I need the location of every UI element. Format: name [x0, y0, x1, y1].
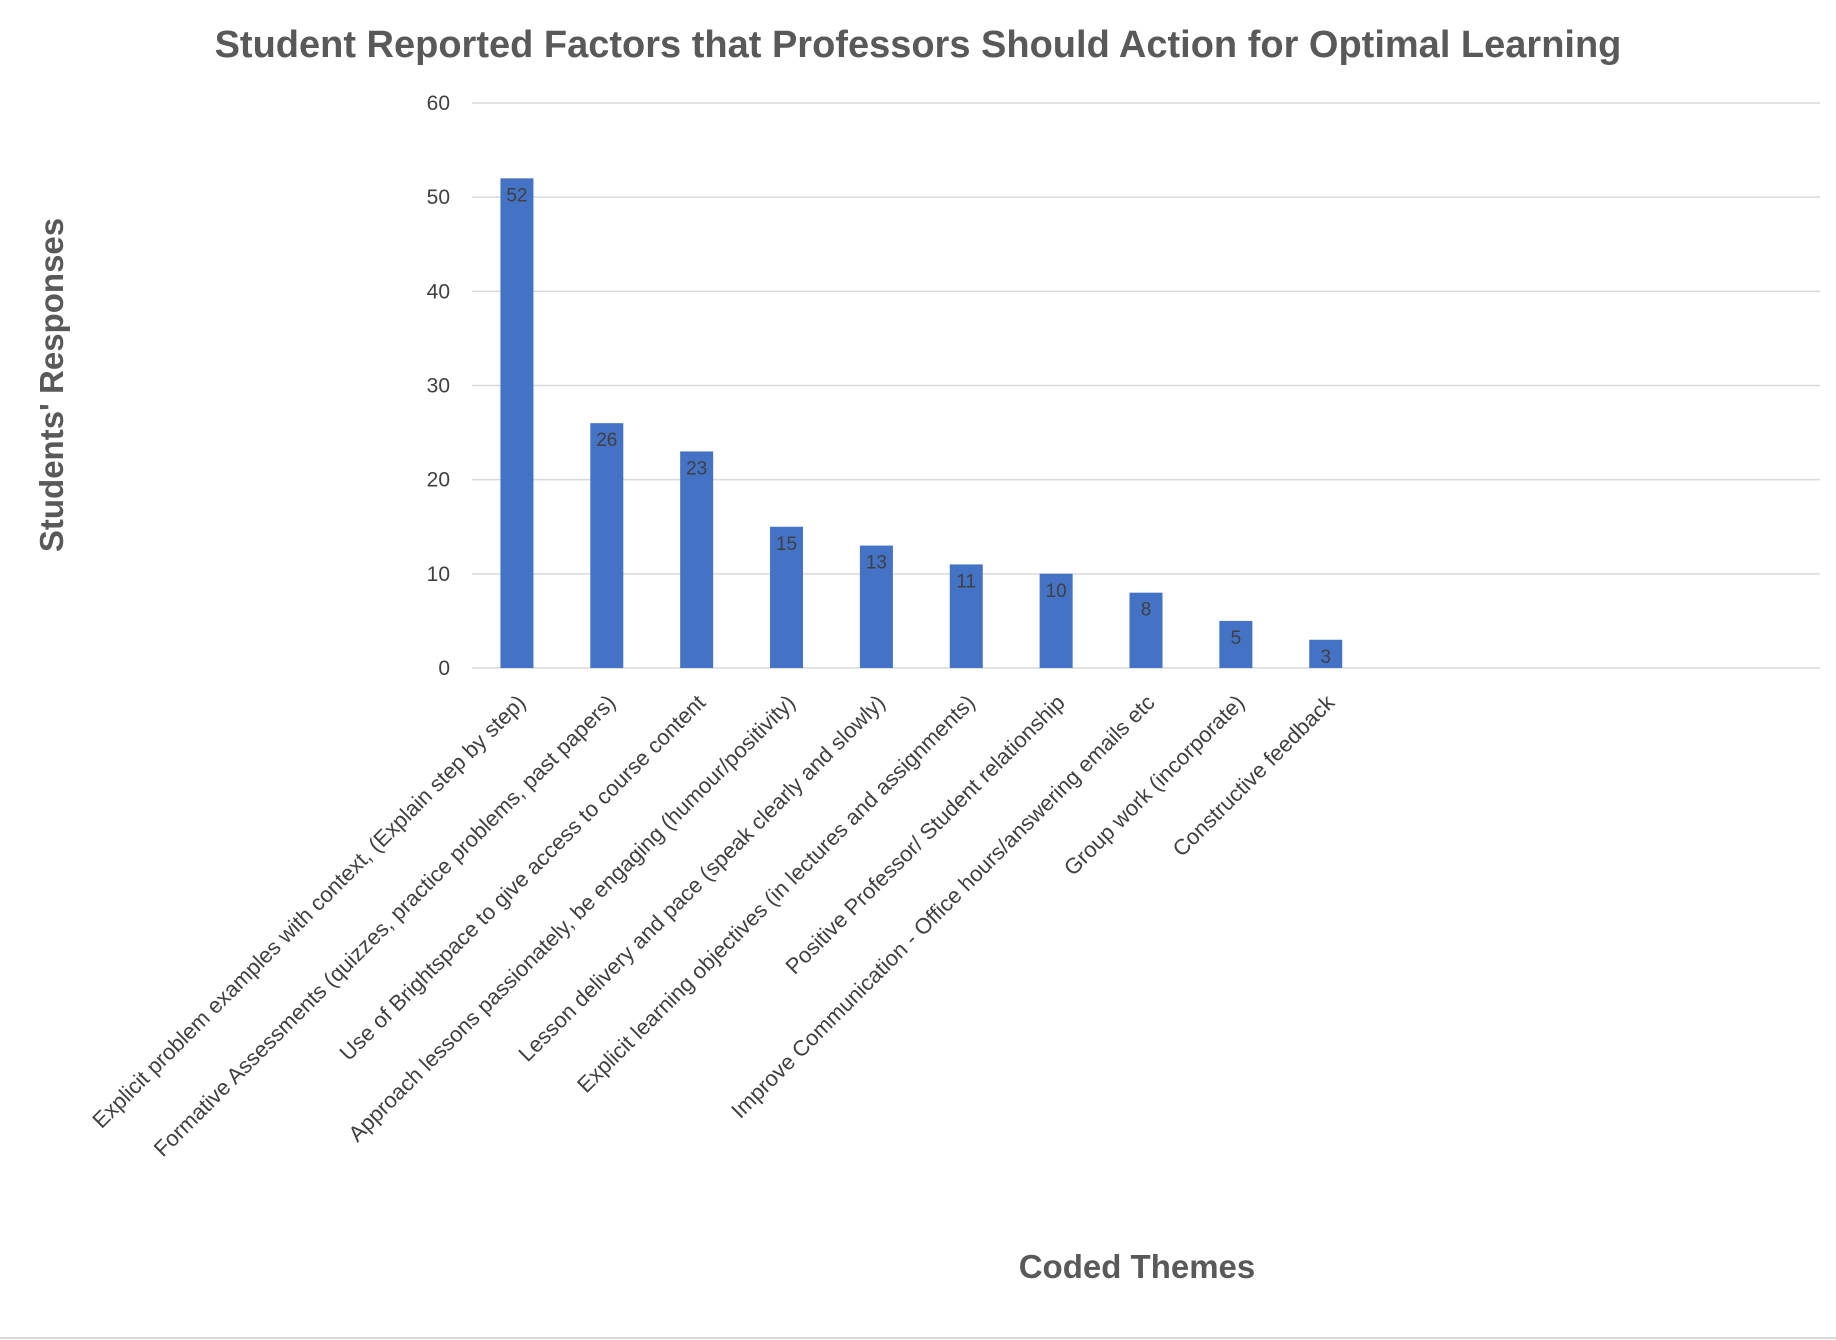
- category-label: Constructive feedback: [1168, 689, 1340, 861]
- y-tick-label: 20: [427, 469, 450, 492]
- data-label: 13: [866, 553, 887, 574]
- y-axis-title: Students' Responses: [33, 218, 70, 552]
- bar: [500, 178, 534, 669]
- data-label: 10: [1046, 581, 1067, 602]
- data-label: 8: [1141, 600, 1152, 621]
- y-tick-label: 60: [427, 92, 450, 115]
- category-label: Group work (incorporate): [1059, 690, 1250, 881]
- gridlines: [472, 102, 1820, 669]
- bar-chart: Student Reported Factors that Professors…: [0, 24, 1836, 1339]
- data-label: 5: [1231, 628, 1242, 649]
- bars: [500, 178, 1343, 669]
- chart-title: Student Reported Factors that Professors…: [215, 24, 1622, 66]
- category-label: Approach lessons passionately, be engagi…: [343, 690, 800, 1147]
- bar: [590, 423, 624, 668]
- y-tick-label: 0: [438, 657, 450, 680]
- y-tick-label: 50: [427, 186, 450, 209]
- category-labels: Explicit problem examples with context, …: [87, 689, 1340, 1161]
- data-labels: 52 26 23 15 13 11 10 8 5 3: [506, 185, 1331, 667]
- y-tick-label: 10: [427, 563, 450, 586]
- category-label: Explicit problem examples with context, …: [87, 690, 530, 1133]
- category-label: Improve Communication - Office hours/ans…: [726, 690, 1159, 1123]
- data-label: 15: [776, 534, 797, 555]
- data-label: 52: [506, 185, 527, 206]
- data-label: 26: [596, 430, 617, 451]
- data-label: 3: [1320, 647, 1331, 668]
- x-axis-title: Coded Themes: [1019, 1248, 1256, 1285]
- chart-container: Student Reported Factors that Professors…: [0, 0, 1836, 1340]
- y-tick-label: 30: [427, 375, 450, 398]
- data-label: 11: [956, 571, 976, 592]
- y-tick-label: 40: [427, 280, 450, 303]
- y-axis-tick-labels: 0 10 20 30 40 50 60: [427, 92, 450, 680]
- data-label: 23: [686, 458, 707, 479]
- bar: [680, 451, 714, 668]
